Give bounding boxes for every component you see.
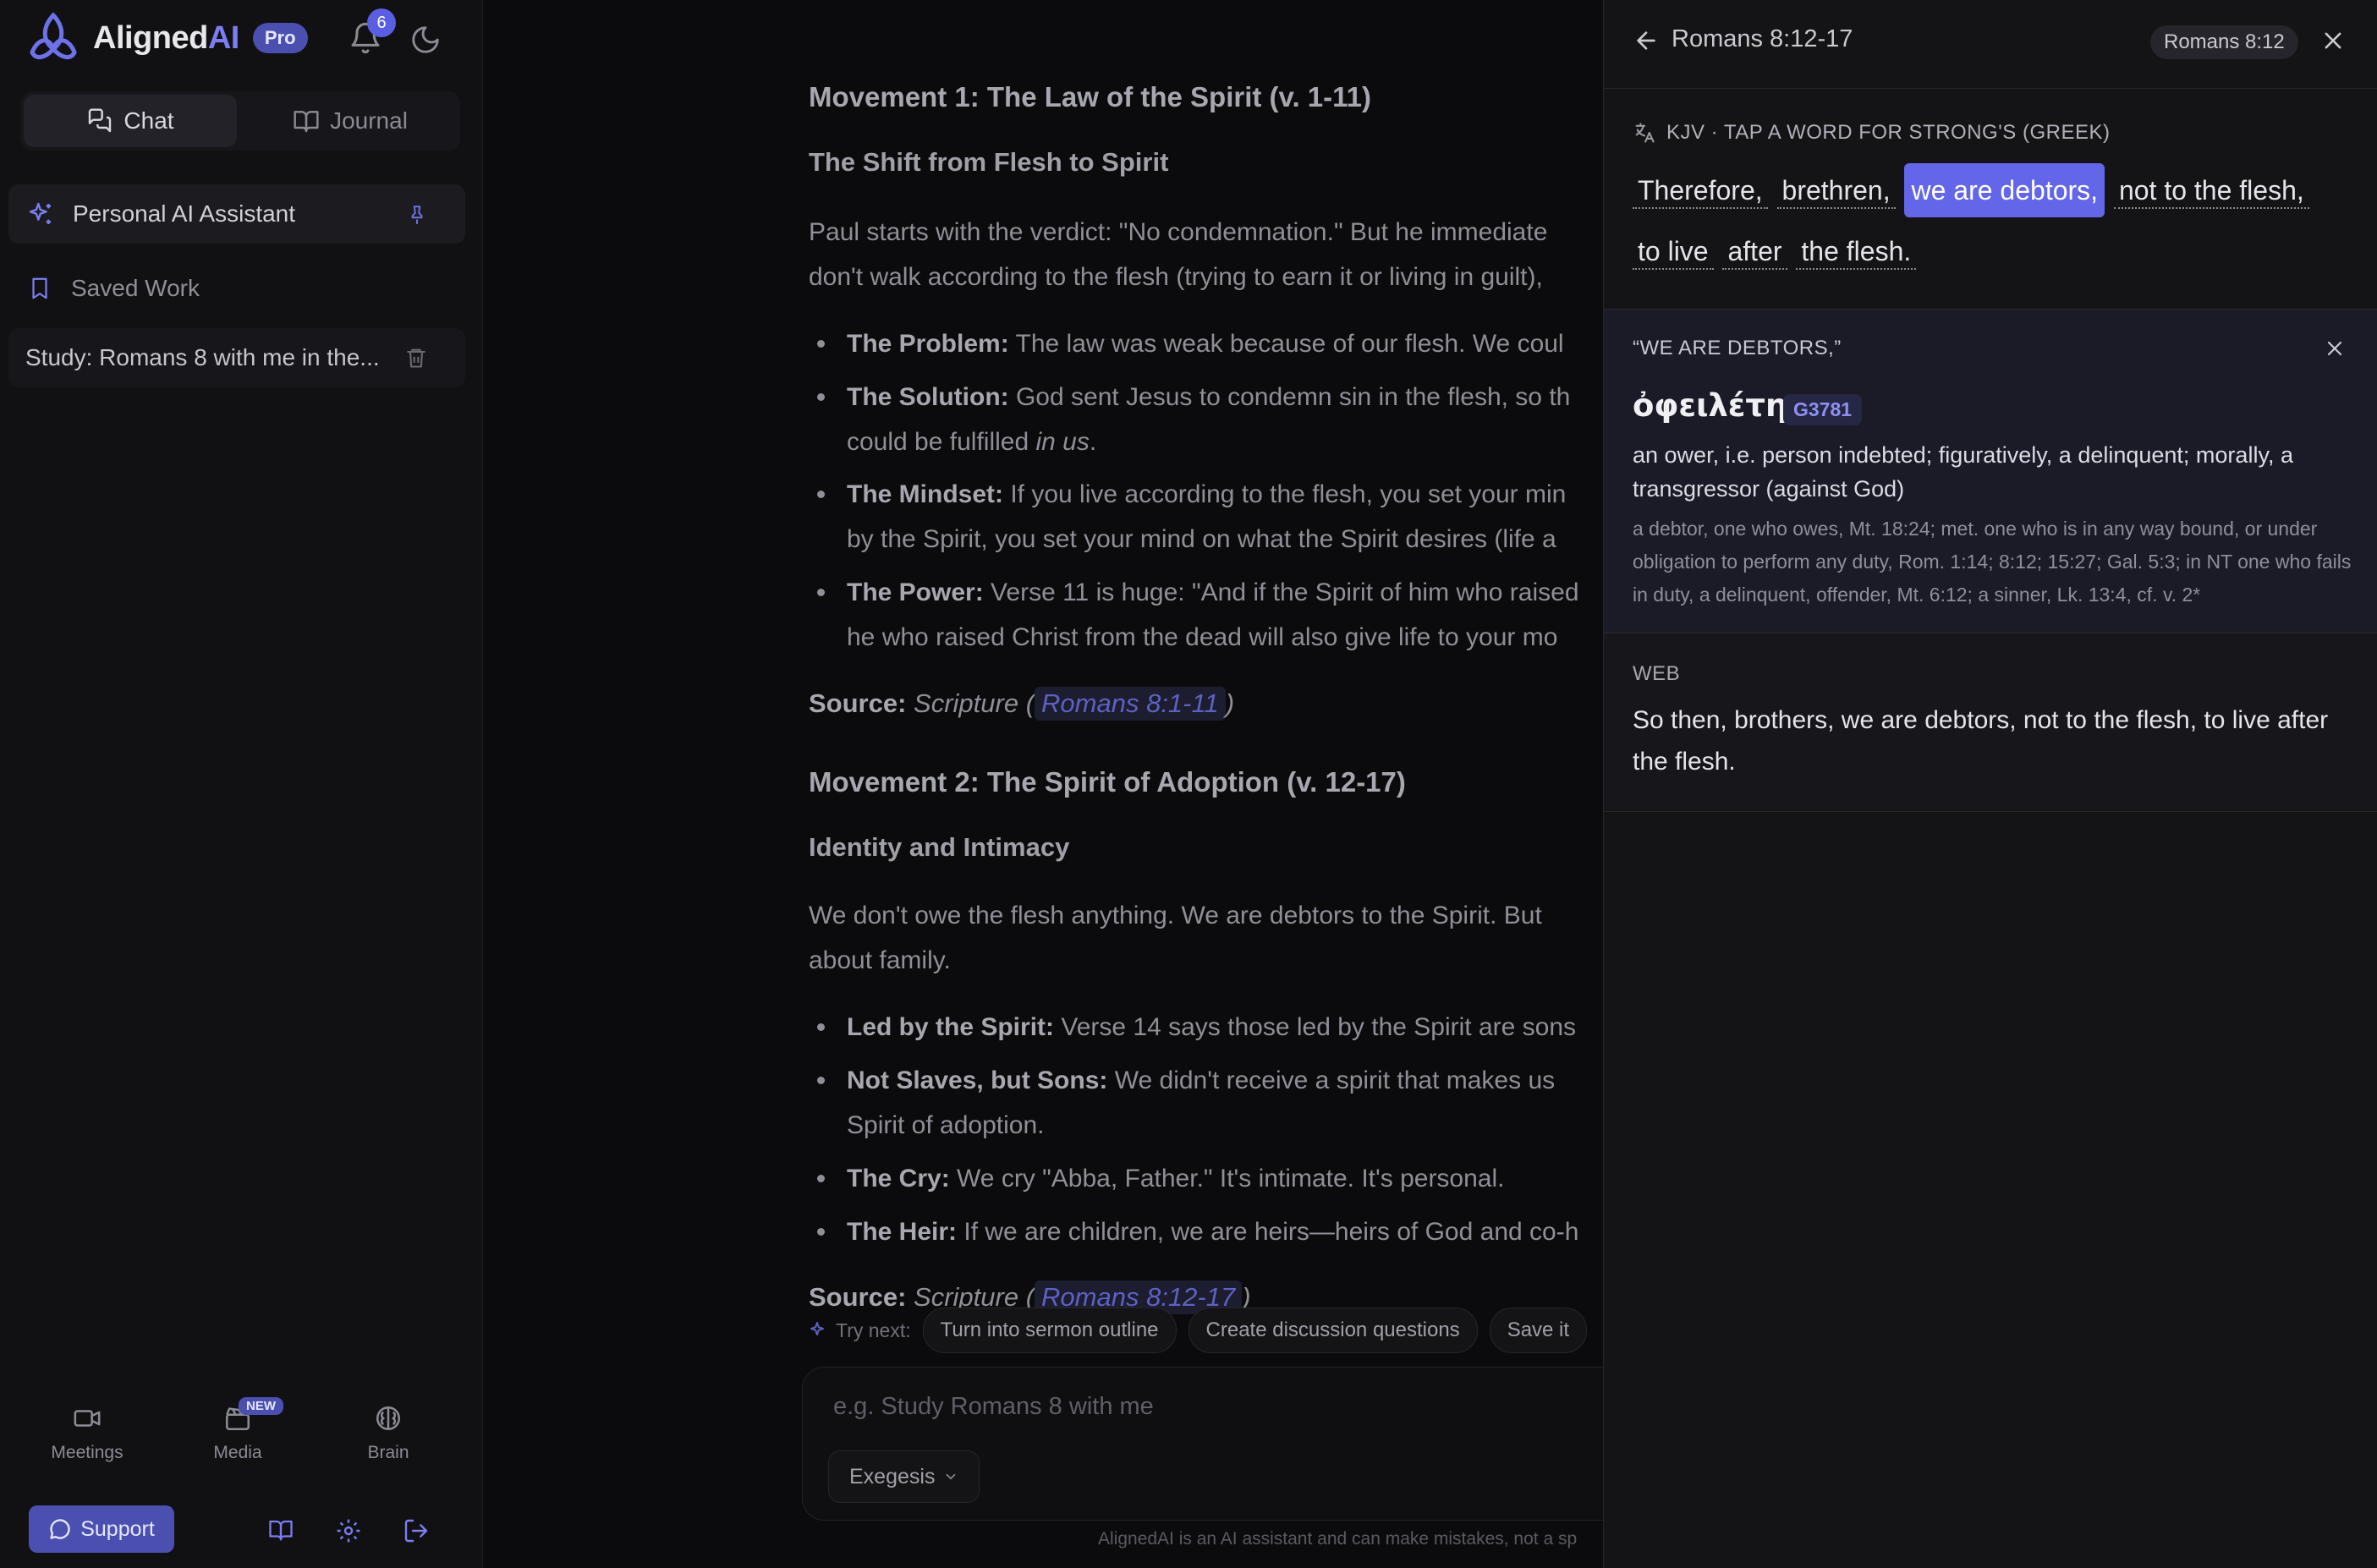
chat-main: Movement 1: The Law of the Spirit (v. 1-… xyxy=(483,0,1603,1568)
list-item: The Heir: If we are children, we are hei… xyxy=(809,1209,1603,1254)
conversation-title: Study: Romans 8 with me in the... xyxy=(25,344,380,370)
kjv-section: KJV · TAP A WORD FOR STRONG'S (GREEK) Th… xyxy=(1604,89,2377,310)
brain-icon xyxy=(333,1404,443,1433)
sidebar-tabs: Chat Journal xyxy=(20,91,460,151)
movement-2-subheading: Identity and Intimacy xyxy=(809,832,1070,862)
list-item: The Power: Verse 11 is huge: "And if the… xyxy=(809,570,1603,660)
list-item: The Cry: We cry "Abba, Father." It's int… xyxy=(809,1156,1603,1201)
kjv-word[interactable]: after xyxy=(1722,234,1787,270)
logo[interactable]: AlignedAI Pro xyxy=(25,12,308,64)
support-button[interactable]: Support xyxy=(29,1505,174,1553)
suggestions-bar: Try next: Turn into sermon outline Creat… xyxy=(809,1308,1588,1353)
movement-1-heading: Movement 1: The Law of the Spirit (v. 1-… xyxy=(809,81,1371,112)
kjv-word[interactable]: Therefore, xyxy=(1633,173,1768,209)
strongs-definition-card: “WE ARE DEBTORS,” ὀφειλέτης G3781 an owe… xyxy=(1604,310,2377,633)
nav-brain-label: Brain xyxy=(367,1443,409,1462)
strongs-definition: an ower, i.e. person indebted; figurativ… xyxy=(1633,442,2293,502)
pin-icon[interactable] xyxy=(387,203,447,227)
web-translation-section: WEB So then, brothers, we are debtors, n… xyxy=(1604,633,2377,812)
mode-label: Exegesis xyxy=(849,1464,936,1489)
nav-meetings-label: Meetings xyxy=(51,1443,124,1462)
web-verse-text: So then, brothers, we are debtors, not t… xyxy=(1633,706,2329,776)
close-icon[interactable] xyxy=(2325,338,2345,359)
moon-icon[interactable] xyxy=(409,24,442,56)
new-badge: NEW xyxy=(239,1397,283,1415)
plan-badge: Pro xyxy=(252,23,308,53)
kjv-word[interactable]: brethren, xyxy=(1776,173,1896,209)
conversation-item[interactable]: Study: Romans 8 with me in the... xyxy=(8,328,465,387)
tab-chat[interactable]: Chat xyxy=(24,95,237,147)
scripture-reference-link[interactable]: Romans 8:1-11 xyxy=(1035,687,1226,721)
sidebar-item-saved-work[interactable]: Saved Work xyxy=(8,259,465,318)
list-item: The Mindset: If you live according to th… xyxy=(809,472,1603,562)
list-item: Not Slaves, but Sons: We didn't receive … xyxy=(809,1058,1603,1148)
list-item: Led by the Spirit: Verse 14 says those l… xyxy=(809,1005,1603,1050)
scripture-panel: Romans 8:12-17 Romans 8:12 KJV · TAP A W… xyxy=(1603,0,2377,1568)
tab-journal[interactable]: Journal xyxy=(244,95,457,147)
kjv-word[interactable]: not to the flesh, xyxy=(2113,173,2309,209)
sidebar-item-label: Saved Work xyxy=(71,275,200,301)
nav-media-label: Media xyxy=(213,1443,262,1462)
trinity-knot-icon xyxy=(25,12,81,64)
web-label: WEB xyxy=(1633,662,1681,685)
try-next-label: Try next: xyxy=(836,1319,911,1341)
tab-chat-label: Chat xyxy=(124,107,174,134)
movement-2-heading: Movement 2: The Spirit of Adoption (v. 1… xyxy=(809,766,1406,798)
nav-brain[interactable]: Brain xyxy=(333,1404,443,1463)
book-icon[interactable] xyxy=(267,1517,294,1543)
source-line: Source: Scripture (Romans 8:1-11) xyxy=(809,687,1234,721)
strongs-number-badge: G3781 xyxy=(1783,394,1863,425)
suggestion-chip[interactable]: Turn into sermon outline xyxy=(922,1308,1177,1353)
suggestion-chip[interactable]: Save it xyxy=(1489,1308,1588,1353)
gear-icon[interactable] xyxy=(335,1517,362,1544)
nav-meetings[interactable]: Meetings xyxy=(32,1404,142,1463)
sidebar: AlignedAI Pro 6 Chat Journal Personal AI… xyxy=(0,0,483,1568)
trash-icon[interactable] xyxy=(386,345,447,370)
disclaimer: AlignedAI is an AI assistant and can mak… xyxy=(1098,1529,1578,1549)
close-icon[interactable] xyxy=(2321,29,2345,52)
chapter-badge[interactable]: Romans 8:12 xyxy=(2150,25,2298,59)
movement-2-paragraph: We don't owe the flesh anything. We are … xyxy=(809,902,1542,974)
kjv-word-selected[interactable]: we are debtors, xyxy=(1904,163,2105,217)
translate-icon xyxy=(1633,121,1666,145)
sparkles-icon xyxy=(809,1320,829,1340)
sidebar-item-personal-ai-assistant[interactable]: Personal AI Assistant xyxy=(8,184,465,244)
greek-word: ὀφειλέτης xyxy=(1633,387,1807,424)
chat-bubbles-icon xyxy=(86,107,124,134)
mode-select[interactable]: Exegesis xyxy=(828,1450,980,1503)
strongs-heading: “WE ARE DEBTORS,” xyxy=(1633,337,1842,359)
logout-icon[interactable] xyxy=(403,1517,430,1544)
support-label: Support xyxy=(80,1516,155,1541)
message-circle-icon xyxy=(48,1517,80,1541)
arrow-left-icon[interactable] xyxy=(1633,27,1660,54)
kjv-word[interactable]: the flesh. xyxy=(1796,234,1917,270)
message-input[interactable]: e.g. Study Romans 8 with me xyxy=(833,1393,1154,1421)
sparkles-icon xyxy=(8,200,73,228)
movement-1-subheading: The Shift from Flesh to Spirit xyxy=(809,147,1169,177)
strongs-detail: a debtor, one who owes, Mt. 18:24; met. … xyxy=(1633,518,2352,606)
kjv-word[interactable]: to live xyxy=(1633,234,1714,270)
sidebar-item-label: Personal AI Assistant xyxy=(73,200,296,227)
panel-title: Romans 8:12-17 xyxy=(1672,25,1853,52)
chevron-down-icon xyxy=(943,1469,958,1484)
app-name: AlignedAI xyxy=(93,19,239,56)
tab-journal-label: Journal xyxy=(330,107,408,134)
open-book-icon xyxy=(293,107,330,134)
kjv-label: KJV · TAP A WORD FOR STRONG'S (GREEK) xyxy=(1633,121,2110,145)
message-input-box[interactable]: e.g. Study Romans 8 with me Exegesis xyxy=(802,1367,1603,1521)
list-item: The Solution: God sent Jesus to condemn … xyxy=(809,375,1603,464)
suggestion-chip[interactable]: Create discussion questions xyxy=(1188,1308,1478,1353)
kjv-verse: Therefore, brethren, we are debtors, not… xyxy=(1633,160,2369,282)
bookmark-icon xyxy=(8,275,71,302)
movement-1-paragraph: Paul starts with the verdict: "No condem… xyxy=(809,218,1548,291)
list-item: The Problem: The law was weak because of… xyxy=(809,321,1603,366)
video-icon xyxy=(32,1404,142,1433)
panel-header: Romans 8:12-17 Romans 8:12 xyxy=(1604,0,2377,89)
notification-count-badge: 6 xyxy=(367,8,396,37)
